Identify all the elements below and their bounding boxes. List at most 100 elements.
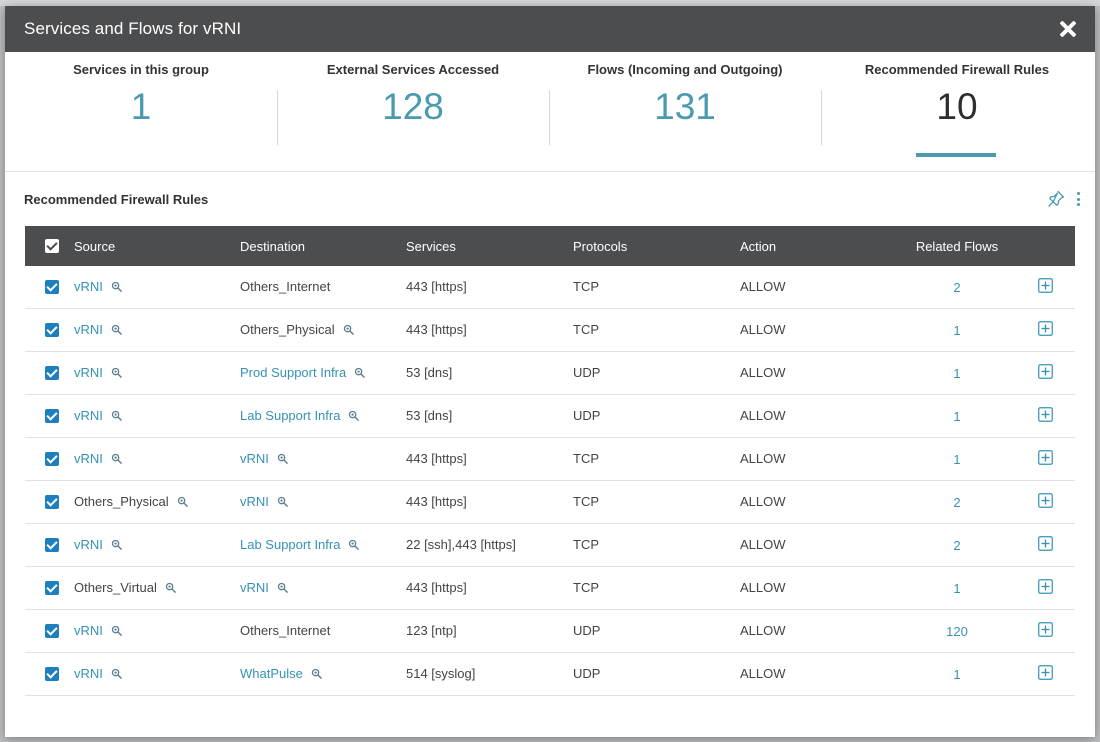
row-checkbox[interactable] — [45, 538, 59, 552]
protocol-value: TCP — [573, 579, 599, 595]
protocol-value: TCP — [573, 493, 599, 509]
destination-value[interactable]: vRNI — [240, 580, 269, 595]
destination-value[interactable]: vRNI — [240, 494, 269, 509]
expand-plus-icon[interactable] — [1037, 664, 1053, 680]
close-icon[interactable] — [1057, 18, 1079, 40]
related-flows-link[interactable]: 1 — [953, 667, 960, 682]
stat-external-services[interactable]: External Services Accessed 128 — [277, 52, 549, 171]
destination-value[interactable]: Lab Support Infra — [240, 537, 340, 552]
table-row: vRNI Others_Internet 123 [ntp] UDP ALLOW 120 — [25, 610, 1075, 653]
row-checkbox[interactable] — [45, 495, 59, 509]
magnify-icon[interactable] — [111, 624, 122, 636]
col-header-action[interactable]: Action — [740, 239, 907, 254]
related-flows-link[interactable]: 2 — [953, 538, 960, 553]
protocol-value: TCP — [573, 278, 599, 294]
table-row: vRNI Prod Support Infra 53 [dns] UDP ALLOW 1 — [25, 352, 1075, 395]
stat-flows[interactable]: Flows (Incoming and Outgoing) 131 — [549, 52, 821, 171]
magnify-icon[interactable] — [348, 409, 360, 421]
services-value: 22 [ssh],443 [https] — [406, 536, 516, 552]
col-header-source[interactable]: Source — [74, 239, 240, 254]
magnify-icon[interactable] — [111, 366, 122, 378]
magnify-icon[interactable] — [354, 366, 366, 378]
magnify-icon[interactable] — [277, 495, 288, 507]
source-value[interactable]: vRNI — [74, 408, 103, 423]
col-header-protocols[interactable]: Protocols — [573, 239, 740, 254]
source-value: Others_Virtual — [74, 579, 157, 595]
action-value: ALLOW — [740, 493, 786, 509]
col-header-related-flows[interactable]: Related Flows — [907, 239, 1007, 254]
related-flows-link[interactable]: 120 — [946, 624, 968, 639]
source-value[interactable]: vRNI — [74, 279, 103, 294]
expand-plus-icon[interactable] — [1037, 449, 1053, 465]
related-flows-link[interactable]: 1 — [953, 581, 960, 596]
related-flows-link[interactable]: 2 — [953, 495, 960, 510]
protocol-value: UDP — [573, 364, 601, 380]
expand-plus-icon[interactable] — [1037, 406, 1053, 422]
source-value[interactable]: vRNI — [74, 623, 103, 638]
row-checkbox[interactable] — [45, 667, 59, 681]
stat-services-in-group[interactable]: Services in this group 1 — [5, 52, 277, 171]
source-value[interactable]: vRNI — [74, 365, 103, 380]
select-all-checkbox[interactable] — [45, 239, 59, 253]
table-row: Others_Virtual vRNI 443 [https] TCP ALLOW 1 — [25, 567, 1075, 610]
row-checkbox[interactable] — [45, 581, 59, 595]
section-title: Recommended Firewall Rules — [24, 192, 209, 207]
action-value: ALLOW — [740, 665, 786, 681]
section-actions — [1047, 190, 1081, 208]
row-checkbox[interactable] — [45, 366, 59, 380]
magnify-icon[interactable] — [165, 581, 176, 593]
expand-plus-icon[interactable] — [1037, 492, 1053, 508]
related-flows-link[interactable]: 1 — [953, 323, 960, 338]
source-value[interactable]: vRNI — [74, 666, 103, 681]
magnify-icon[interactable] — [111, 667, 122, 679]
col-header-services[interactable]: Services — [406, 239, 573, 254]
source-value[interactable]: vRNI — [74, 537, 103, 552]
destination-value[interactable]: vRNI — [240, 451, 269, 466]
stat-recommended-rules[interactable]: Recommended Firewall Rules 10 — [821, 52, 1093, 171]
source-value[interactable]: vRNI — [74, 322, 103, 337]
stat-value: 131 — [654, 86, 716, 127]
destination-value[interactable]: WhatPulse — [240, 666, 303, 681]
services-value: 53 [dns] — [406, 407, 453, 423]
related-flows-link[interactable]: 1 — [953, 366, 960, 381]
magnify-icon[interactable] — [111, 538, 122, 550]
stat-label: Services in this group — [73, 62, 209, 77]
row-checkbox[interactable] — [45, 409, 59, 423]
row-checkbox[interactable] — [45, 323, 59, 337]
row-checkbox[interactable] — [45, 624, 59, 638]
magnify-icon[interactable] — [311, 667, 322, 679]
col-header-destination[interactable]: Destination — [240, 239, 406, 254]
row-checkbox[interactable] — [45, 280, 59, 294]
expand-plus-icon[interactable] — [1037, 277, 1053, 293]
source-value[interactable]: vRNI — [74, 451, 103, 466]
services-value: 53 [dns] — [406, 364, 453, 380]
table-header: Source Destination Services Protocols Ac… — [25, 226, 1075, 266]
related-flows-link[interactable]: 2 — [953, 280, 960, 295]
destination-value[interactable]: Prod Support Infra — [240, 365, 346, 380]
expand-plus-icon[interactable] — [1037, 363, 1053, 379]
expand-plus-icon[interactable] — [1037, 320, 1053, 336]
row-checkbox[interactable] — [45, 452, 59, 466]
expand-plus-icon[interactable] — [1037, 578, 1053, 594]
expand-plus-icon[interactable] — [1037, 535, 1053, 551]
magnify-icon[interactable] — [111, 409, 122, 421]
source-value: Others_Physical — [74, 493, 169, 509]
magnify-icon[interactable] — [177, 495, 188, 507]
services-value: 443 [https] — [406, 278, 467, 294]
magnify-icon[interactable] — [277, 581, 288, 593]
destination-value: Others_Internet — [240, 278, 331, 294]
more-options-icon[interactable] — [1075, 190, 1081, 208]
related-flows-link[interactable]: 1 — [953, 409, 960, 424]
magnify-icon[interactable] — [277, 452, 288, 464]
destination-value[interactable]: Lab Support Infra — [240, 408, 340, 423]
expand-plus-icon[interactable] — [1037, 621, 1053, 637]
pin-icon[interactable] — [1047, 190, 1065, 208]
active-tab-indicator — [916, 153, 996, 157]
magnify-icon[interactable] — [111, 323, 122, 335]
magnify-icon[interactable] — [348, 538, 360, 550]
magnify-icon[interactable] — [343, 323, 354, 335]
magnify-icon[interactable] — [111, 452, 122, 464]
stat-label: External Services Accessed — [326, 62, 500, 77]
related-flows-link[interactable]: 1 — [953, 452, 960, 467]
magnify-icon[interactable] — [111, 280, 122, 292]
